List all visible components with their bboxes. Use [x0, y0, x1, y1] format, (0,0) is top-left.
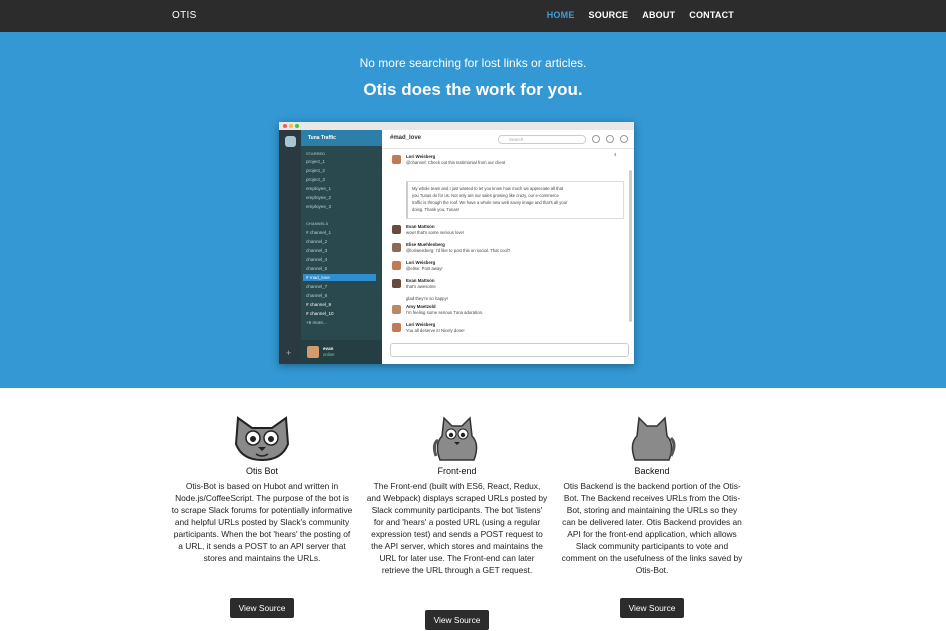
sidebar-item: channel_8 [306, 293, 328, 298]
sidebar-item: project_3 [306, 177, 325, 182]
message-text: glad they're so happy! [406, 296, 448, 301]
feature-description: The Front-end (built with ES6, React, Re… [366, 481, 548, 575]
sidebar-item: # channel_9 [306, 302, 332, 307]
attachment-line: you Tunas do for us. Not only are our sa… [412, 193, 559, 198]
zoom-dot-icon [295, 124, 299, 128]
message-text: that's awesome [406, 284, 436, 289]
feature-backend: Backend Otis Backend is the backend port… [561, 414, 743, 576]
channels-heading: CHANNELS [306, 221, 329, 226]
nav-menu: HOME SOURCE ABOUT CONTACT [547, 10, 734, 20]
avatar [392, 305, 401, 314]
add-team-icon: + [286, 348, 292, 358]
message-text: wow! that's some serious love! [406, 230, 465, 235]
feature-front-end: Front-end The Front-end (built with ES6,… [366, 414, 548, 576]
sidebar-item: channel_2 [306, 239, 328, 244]
search-input: Search [498, 135, 586, 144]
message-text: @channel: Check out this testimonial fro… [406, 160, 506, 165]
avatar [392, 155, 401, 164]
sidebar-item: channel_4 [306, 257, 328, 262]
nav-contact[interactable]: CONTACT [689, 10, 734, 20]
features-section: Otis Bot Otis-Bot is based on Hubot and … [0, 388, 946, 631]
team-logo-icon [285, 136, 296, 147]
search-placeholder: Search [509, 137, 524, 142]
cat-front-icon [432, 416, 478, 461]
message-author: Lori Weisberg [406, 322, 436, 327]
message-author: Lori Weisberg [406, 154, 436, 159]
sidebar-item: channel_5 [306, 266, 328, 271]
brand-logo[interactable]: OTIS [172, 10, 197, 21]
view-source-button[interactable]: View Source [230, 598, 294, 618]
channel-title: #mad_love [390, 135, 422, 141]
sidebar-item: # channel_10 [306, 311, 334, 316]
user-status: online [323, 352, 335, 357]
message-author: Elise Muehlenberg [406, 242, 445, 247]
feature-title: Backend [634, 466, 670, 476]
message-author: Evan Mattson [406, 224, 435, 229]
slack-screenshot: + Tuna Traffic STARRED project_1 project… [279, 122, 634, 364]
avatar [392, 279, 401, 288]
sidebar-item: +8 more... [306, 320, 327, 325]
avatar [392, 225, 401, 234]
starred-heading: STARRED [306, 151, 326, 156]
message-author: Amy Maetzold [406, 304, 436, 309]
sidebar-item: project_2 [306, 168, 325, 173]
team-name: Tuna Traffic [301, 130, 382, 146]
cat-face-icon [234, 416, 290, 462]
message-attachment: My whole team and I just wanted to let y… [406, 181, 624, 219]
back-icon [620, 135, 628, 143]
message-author: Lori Weisberg [406, 260, 436, 265]
channel-sidebar: Tuna Traffic STARRED project_1 project_2… [301, 130, 382, 364]
header-divider [382, 148, 634, 149]
message-text: @elise: Post away! [406, 266, 443, 271]
message-pane: #mad_love Search 4 Lori Weisberg @channe… [382, 130, 634, 364]
scrollbar [629, 170, 632, 322]
feature-description: Otis-Bot is based on Hubot and written i… [171, 481, 353, 563]
message-text: @loriweisberg: I'd like to post this on … [406, 248, 511, 253]
cat-back-icon [631, 416, 676, 461]
sidebar-item: employee_3 [306, 204, 332, 209]
sidebar-item: channel_7 [306, 284, 328, 289]
feature-title: Otis Bot [245, 466, 278, 476]
sidebar-item: employee_1 [306, 186, 332, 191]
message-text: I'm feeling some serious Tuna adoration. [406, 310, 484, 315]
nav-about[interactable]: ABOUT [642, 10, 675, 20]
hero-title: Otis does the work for you. [363, 80, 583, 99]
nav-source[interactable]: SOURCE [589, 10, 629, 20]
sidebar-item-active: # mad_love [306, 275, 330, 280]
avatar [392, 243, 401, 252]
message-input [390, 343, 629, 357]
message-author: Evan Mattson [406, 278, 435, 283]
view-source-button[interactable]: View Source [620, 598, 684, 618]
sidebar-item: # channel_1 [306, 230, 332, 235]
help-icon [592, 135, 600, 143]
view-source-button[interactable]: View Source [425, 610, 489, 630]
feature-title: Front-end [437, 466, 477, 476]
attachment-line: traffic is through the roof. We have a w… [412, 200, 568, 205]
nav-home[interactable]: HOME [547, 10, 575, 20]
hero-subtitle: No more searching for lost links or arti… [359, 56, 587, 70]
avatar [307, 346, 319, 358]
navbar: OTIS HOME SOURCE ABOUT CONTACT [0, 0, 946, 32]
user-name: evan [323, 346, 334, 351]
feature-description: Otis Backend is the backend portion of t… [561, 481, 743, 575]
sidebar-item: employee_2 [306, 195, 332, 200]
attachment-line: doing. Thank you, Tunas! [412, 207, 459, 212]
sidebar-item: project_1 [306, 159, 325, 164]
close-dot-icon [283, 124, 287, 128]
more-icon [606, 135, 614, 143]
window-titlebar [279, 122, 634, 130]
avatar [392, 261, 401, 270]
member-count: 4 [614, 152, 617, 157]
sidebar-item: channel_3 [306, 248, 328, 253]
feature-otis-bot: Otis Bot Otis-Bot is based on Hubot and … [171, 414, 353, 564]
avatar [392, 323, 401, 332]
message-text: You all deserve it! Nicely done! [406, 328, 465, 333]
minimize-dot-icon [289, 124, 293, 128]
current-user: evan online [301, 340, 382, 364]
team-switcher: + [279, 130, 301, 364]
attachment-line: My whole team and I just wanted to let y… [412, 186, 564, 191]
hero-section: No more searching for lost links or arti… [0, 32, 946, 388]
